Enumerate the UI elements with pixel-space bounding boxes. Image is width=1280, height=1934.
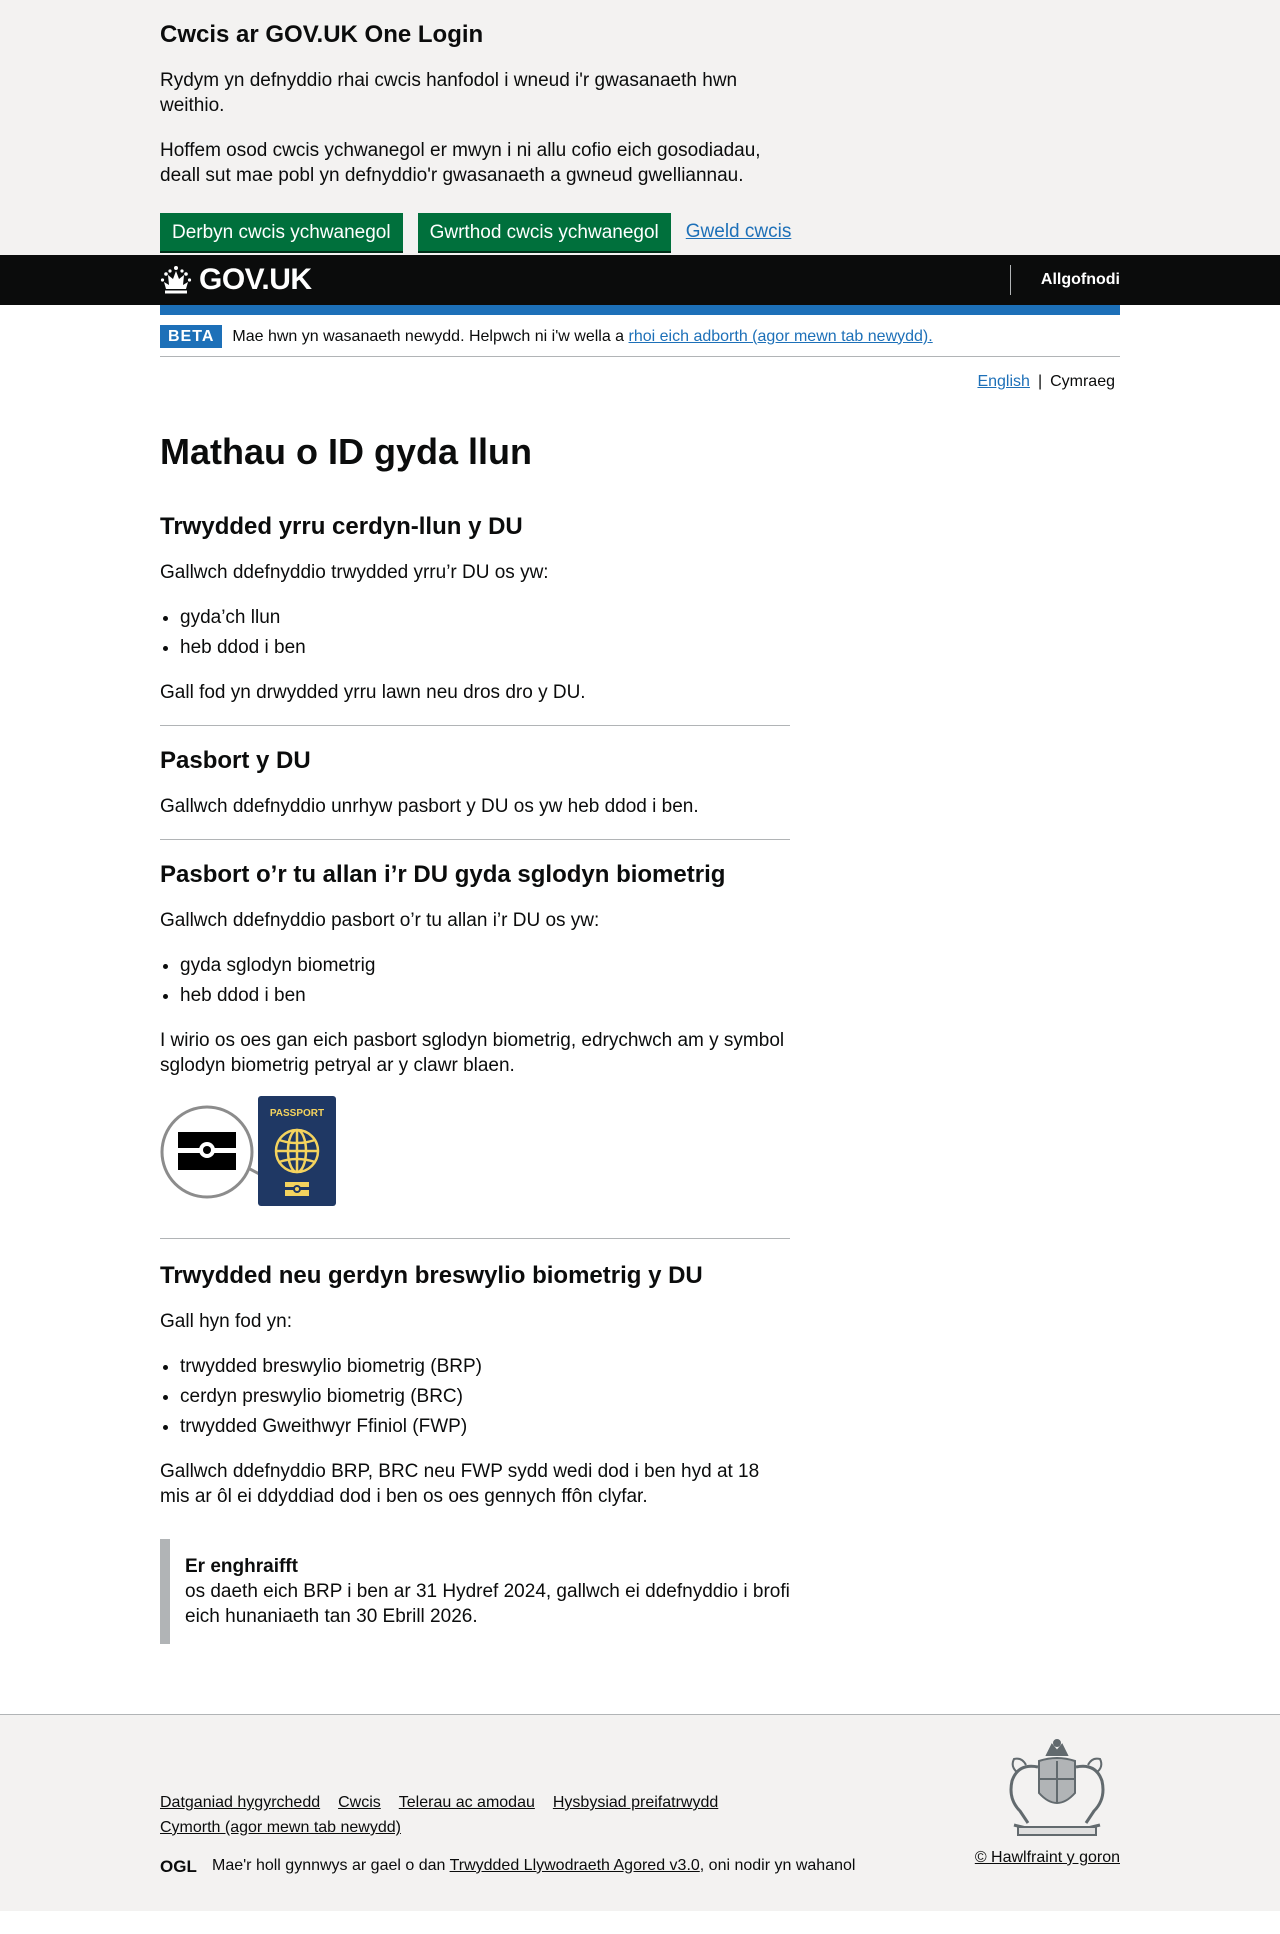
sign-out-link[interactable]: Allgofnodi	[1041, 271, 1120, 289]
inset-text: os daeth eich BRP i ben ar 31 Hydref 202…	[185, 1581, 790, 1627]
section-heading-non-uk-passport: Pasbort o’r tu allan i’r DU gyda sglodyn…	[160, 861, 726, 888]
language-english-link[interactable]: English	[977, 372, 1029, 392]
footer-link-item: Cwcis	[338, 1790, 381, 1815]
cookie-banner-heading: Cwcis ar GOV.UK One Login	[160, 21, 484, 48]
footer-link-accessibility[interactable]: Datganiad hygyrchedd	[160, 1794, 320, 1811]
section-heading-uk-passport: Pasbort y DU	[160, 747, 311, 774]
phase-banner-message: Mae hwn yn wasanaeth newydd. Helpwch ni …	[232, 327, 629, 345]
footer-meta: Datganiad hygyrchedd Cwcis Telerau ac am…	[160, 1737, 855, 1875]
ogl-logo-text: OGL	[160, 1857, 197, 1875]
list-item: cerdyn preswylio biometrig (BRC)	[180, 1384, 790, 1409]
section-outro: Gall fod yn drwydded yrru lawn neu dros …	[160, 682, 586, 703]
language-welsh-current: Cymraeg	[1050, 373, 1115, 390]
section-divider	[160, 839, 790, 840]
site-footer: Datganiad hygyrchedd Cwcis Telerau ac am…	[0, 1714, 1280, 1911]
copyright-link[interactable]: © Hawlfraint y goron	[975, 1849, 1120, 1867]
section-intro: Gall hyn fod yn:	[160, 1311, 293, 1332]
footer-link-item: Datganiad hygyrchedd	[160, 1790, 320, 1815]
list-item: trwydded breswylio biometrig (BRP)	[180, 1354, 790, 1379]
licence-text: Mae'r holl gynnwys ar gael o dan Trwydde…	[212, 1857, 855, 1875]
inset-title: Er enghraifft	[185, 1556, 298, 1577]
footer-links-list: Datganiad hygyrchedd Cwcis Telerau ac am…	[160, 1790, 760, 1840]
section-outro: Gallwch ddefnyddio BRP, BRC neu FWP sydd…	[160, 1461, 760, 1507]
language-separator: |	[1037, 373, 1043, 390]
section-intro: Gallwch ddefnyddio trwydded yrru’r DU os…	[160, 562, 549, 583]
passport-cover-label: PASSPORT	[270, 1108, 324, 1119]
section-outro: I wirio os oes gan eich pasbort sglodyn …	[160, 1030, 785, 1076]
govuk-logo-link[interactable]: GOV.UK	[160, 263, 312, 297]
section-intro: Gallwch ddefnyddio pasbort o’r tu allan …	[160, 910, 600, 931]
section-divider	[160, 1238, 790, 1239]
ogl-logo-icon: OGL	[160, 1857, 197, 1875]
phase-banner: BETA Mae hwn yn wasanaeth newydd. Helpwc…	[160, 315, 1120, 357]
biometric-chip-passport-icon: PASSPORT	[160, 1096, 336, 1206]
page-title: Mathau o ID gyda llun	[160, 431, 533, 472]
phase-banner-text: Mae hwn yn wasanaeth newydd. Helpwch ni …	[232, 327, 932, 347]
licence-link[interactable]: Trwydded Llywodraeth Agored v3.0	[450, 1857, 700, 1874]
list-item: gyda’ch llun	[180, 605, 790, 630]
royal-coat-of-arms-icon	[1009, 1739, 1105, 1836]
header-blue-bar	[160, 305, 1120, 315]
list-item: trwydded Gweithwyr Ffiniol (FWP)	[180, 1414, 790, 1439]
crown-icon	[160, 266, 192, 294]
cookie-banner: Cwcis ar GOV.UK One Login Rydym yn defny…	[0, 0, 1280, 255]
language-toggle: English | Cymraeg	[160, 357, 1120, 392]
accept-cookies-button[interactable]: Derbyn cwcis ychwanegol	[160, 213, 403, 251]
beta-tag: BETA	[160, 325, 223, 348]
cookie-banner-text-2: Hoffem osod cwcis ychwanegol er mwyn i n…	[160, 140, 761, 186]
licence-suffix: , oni nodir yn wahanol	[699, 1857, 856, 1874]
bullet-list: gyda sglodyn biometrig heb ddod i ben	[180, 953, 790, 1008]
footer-link-cookies[interactable]: Cwcis	[338, 1794, 381, 1811]
header-nav: Allgofnodi	[1009, 265, 1120, 295]
footer-link-item: Cymorth (agor mewn tab newydd)	[160, 1815, 401, 1840]
footer-link-item: Telerau ac amodau	[399, 1790, 535, 1815]
bullet-list: trwydded breswylio biometrig (BRP) cerdy…	[180, 1354, 790, 1439]
govuk-logo-text: GOV.UK	[199, 263, 312, 296]
footer-link-support[interactable]: Cymorth (agor mewn tab newydd)	[160, 1819, 401, 1836]
cookie-banner-text-1: Rydym yn defnyddio rhai cwcis hanfodol i…	[160, 70, 738, 116]
example-inset: Er enghraifft os daeth eich BRP i ben ar…	[160, 1539, 790, 1644]
footer-crest: © Hawlfraint y goron	[975, 1737, 1120, 1875]
inset-body: Er enghraifft os daeth eich BRP i ben ar…	[185, 1554, 790, 1629]
section-divider	[160, 725, 790, 726]
section-heading-driving-licence: Trwydded yrru cerdyn-llun y DU	[160, 513, 523, 540]
footer-link-terms[interactable]: Telerau ac amodau	[399, 1794, 535, 1811]
header-divider	[1009, 265, 1011, 295]
site-header: GOV.UK Allgofnodi	[0, 255, 1280, 305]
bullet-list: gyda’ch llun heb ddod i ben	[180, 605, 790, 660]
section-intro: Gallwch ddefnyddio unrhyw pasbort y DU o…	[160, 796, 699, 817]
section-heading-biometric-residence: Trwydded neu gerdyn breswylio biometrig …	[160, 1262, 703, 1289]
footer-link-item: Hysbysiad preifatrwydd	[553, 1790, 718, 1815]
licence-prefix: Mae'r holl gynnwys ar gael o dan	[212, 1857, 450, 1874]
list-item: gyda sglodyn biometrig	[180, 953, 790, 978]
licence: OGL Mae'r holl gynnwys ar gael o dan Trw…	[160, 1857, 855, 1875]
reject-cookies-button[interactable]: Gwrthod cwcis ychwanegol	[417, 213, 671, 251]
feedback-link[interactable]: rhoi eich adborth (agor mewn tab newydd)…	[629, 328, 933, 345]
list-item: heb ddod i ben	[180, 983, 790, 1008]
footer-link-privacy[interactable]: Hysbysiad preifatrwydd	[553, 1794, 718, 1811]
main-content: Mathau o ID gyda llun Trwydded yrru cerd…	[160, 392, 1120, 1714]
biometric-passport-illustration: PASSPORT	[160, 1096, 790, 1208]
view-cookies-link[interactable]: Gweld cwcis	[686, 221, 792, 243]
cookie-actions: Derbyn cwcis ychwanegol Gwrthod cwcis yc…	[160, 213, 1120, 251]
list-item: heb ddod i ben	[180, 635, 790, 660]
